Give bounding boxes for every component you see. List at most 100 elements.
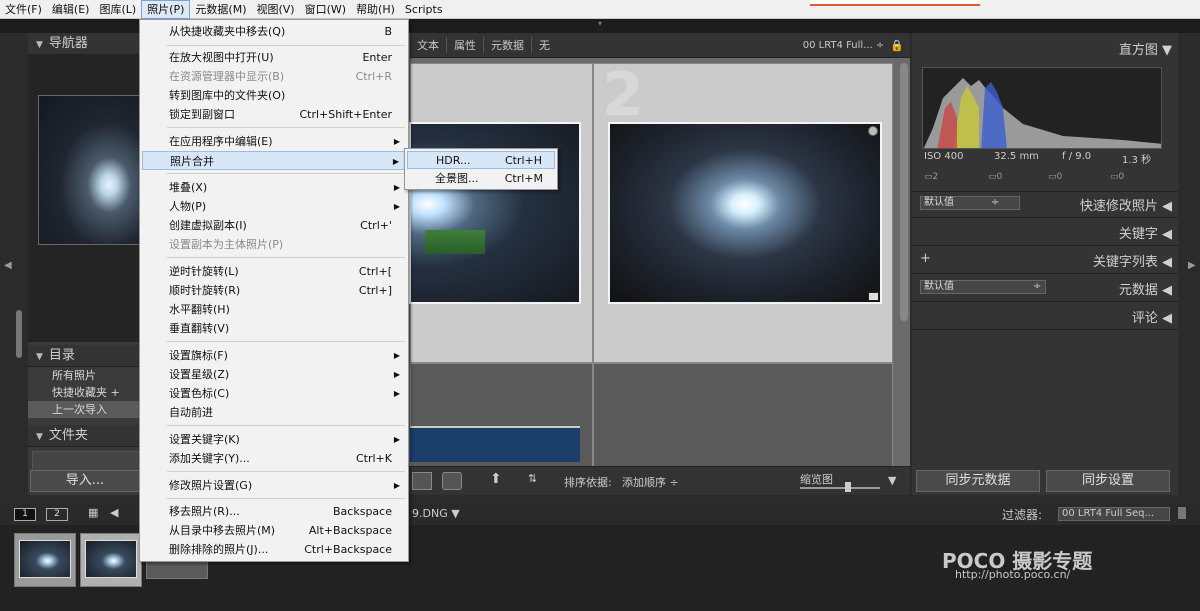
photo-thumbnail-selected[interactable]	[608, 122, 882, 304]
menu-window[interactable]: 窗口(W)	[300, 0, 351, 19]
left-panel-toggle-icon[interactable]: ◀	[4, 260, 12, 271]
navigator-preview[interactable]	[28, 55, 140, 342]
menu-item-show-in-explorer[interactable]: 在资源管理器中显示(B) Ctrl+R	[142, 67, 406, 86]
metadata-header[interactable]: 元数据 ◀	[1119, 279, 1172, 298]
filter-metadata[interactable]: 元数据	[484, 37, 532, 53]
menubar: 文件(F) 编辑(E) 图库(L) 照片(P) 元数据(M) 视图(V) 窗口(…	[0, 0, 1200, 19]
menu-item-set-color-label[interactable]: 设置色标(C) ▶	[142, 384, 406, 403]
menu-item-people[interactable]: 人物(P) ▶	[142, 197, 406, 216]
volume-bar[interactable]	[32, 451, 140, 471]
filter-none[interactable]: 无	[532, 37, 557, 53]
menu-item-edit-in[interactable]: 在应用程序中编辑(E) ▶	[142, 132, 406, 151]
menu-item-remove-photo[interactable]: 移去照片(R)... Backspace	[142, 502, 406, 521]
photo-merge-submenu: HDR... Ctrl+H 全景图... Ctrl+M	[404, 148, 558, 190]
divider	[912, 301, 1178, 302]
add-keyword-icon[interactable]: +	[920, 251, 931, 266]
catalog-item-quick-collection[interactable]: 快捷收藏夹 +	[28, 384, 140, 401]
menu-metadata[interactable]: 元数据(M)	[190, 0, 251, 19]
menu-item-lock-to-second-window[interactable]: 锁定到副窗口 Ctrl+Shift+Enter	[142, 105, 406, 124]
photo-menu: 从快捷收藏夹中移去(Q) B 在放大视图中打开(U) Enter 在资源管理器中显示…	[139, 19, 409, 562]
keywording-header[interactable]: 关键字 ◀	[1119, 223, 1172, 242]
collapse-triangle-icon: ▼	[36, 40, 43, 50]
sort-direction-icon[interactable]: ⇅	[528, 472, 537, 485]
menu-scripts[interactable]: Scripts	[400, 0, 448, 19]
filter-text[interactable]: 文本	[410, 37, 447, 53]
menu-item-stacking[interactable]: 堆叠(X) ▶	[142, 178, 406, 197]
badge-icon[interactable]	[868, 126, 878, 136]
metadata-preset-select[interactable]: 默认值 ÷	[920, 280, 1046, 294]
menu-item-set-flag[interactable]: 设置旗标(F) ▶	[142, 346, 406, 365]
quick-develop-preset-select[interactable]: 默认值 ÷	[920, 196, 1020, 210]
menu-item-rotate-right[interactable]: 顺时针旋转(R) Ctrl+]	[142, 281, 406, 300]
grid-cell[interactable]: 2	[593, 60, 893, 363]
menu-item-delete-rejected[interactable]: 删除排除的照片(J)... Ctrl+Backspace	[142, 540, 406, 559]
menu-item-flip-vertical[interactable]: 垂直翻转(V)	[142, 319, 406, 338]
menu-view[interactable]: 视图(V)	[251, 0, 299, 19]
keyword-list-header[interactable]: 关键字列表 ◀	[1093, 251, 1172, 270]
menu-library[interactable]: 图库(L)	[94, 0, 141, 19]
filmstrip-filename[interactable]: 9.DNG ▼	[412, 507, 460, 520]
menu-help[interactable]: 帮助(H)	[351, 0, 400, 19]
thumbnail-size-slider[interactable]	[800, 487, 880, 489]
left-scrollbar[interactable]	[16, 310, 22, 358]
menu-item-auto-advance[interactable]: 自动前进	[142, 403, 406, 422]
menu-item-create-virtual-copy[interactable]: 创建虚拟副本(I) Ctrl+'	[142, 216, 406, 235]
grid-scrollbar[interactable]	[900, 63, 908, 321]
filmstrip-thumbnail-selected[interactable]	[80, 533, 142, 587]
menu-item-set-keyword[interactable]: 设置关键字(K) ▶	[142, 430, 406, 449]
filmstrip-filter-select[interactable]: 00 LRT4 Full Seq...	[1058, 507, 1170, 521]
menu-file[interactable]: 文件(F)	[0, 0, 47, 19]
original-photo-info: ▭ 2 ▭ 0 ▭ 0 ▭ 0	[922, 172, 1162, 184]
sort-select[interactable]: 添加顺序 ÷	[622, 474, 679, 490]
people-view-icon[interactable]	[442, 472, 462, 490]
slider-handle[interactable]	[845, 482, 851, 492]
menu-item-go-to-folder[interactable]: 转到图库中的文件夹(O)	[142, 86, 406, 105]
catalog-item-previous-import[interactable]: 上一次导入	[28, 401, 140, 418]
back-icon[interactable]: ◀	[110, 506, 118, 519]
catalog-header[interactable]: ▼ 目录	[28, 345, 140, 367]
sync-metadata-button[interactable]: 同步元数据	[916, 470, 1040, 492]
lock-icon[interactable]: 🔒	[890, 39, 910, 52]
quick-develop-header[interactable]: 快速修改照片 ◀	[1080, 195, 1172, 214]
submenu-arrow-icon: ▶	[393, 137, 400, 146]
right-panel-toggle-icon[interactable]: ▶	[1188, 260, 1196, 271]
sync-settings-button[interactable]: 同步设置	[1046, 470, 1170, 492]
filter-lock-icon[interactable]	[1178, 507, 1186, 519]
menu-edit[interactable]: 编辑(E)	[47, 0, 95, 19]
photo-thumbnail-partial[interactable]	[410, 426, 580, 462]
menu-item-develop-settings[interactable]: 修改照片设置(G) ▶	[142, 476, 406, 495]
collapse-triangle-icon: ▼	[36, 352, 43, 362]
shutter-speed: 1.3 秒	[1122, 155, 1152, 166]
menu-item-panorama[interactable]: 全景图... Ctrl+M	[407, 170, 555, 188]
grid-cell[interactable]	[409, 63, 593, 363]
menu-item-rotate-left[interactable]: 逆时针旋转(L) Ctrl+[	[142, 262, 406, 281]
navigator-header[interactable]: ▼ 导航器	[28, 33, 140, 55]
submenu-arrow-icon: ▶	[393, 435, 400, 444]
menu-item-add-keyword[interactable]: 添加关键字(Y)... Ctrl+K	[142, 449, 406, 468]
page-2-button[interactable]: 2	[46, 508, 68, 521]
folders-header[interactable]: ▼ 文件夹	[28, 425, 140, 447]
menu-item-flip-horizontal[interactable]: 水平翻转(H)	[142, 300, 406, 319]
menu-item-set-copy-as-master[interactable]: 设置副本为主体照片(P)	[142, 235, 406, 254]
toolbar-menu-icon[interactable]: ▼	[888, 474, 896, 487]
filter-preset-select[interactable]: 00 LRT4 Full... ÷	[803, 40, 891, 51]
survey-view-icon[interactable]	[412, 472, 432, 490]
submenu-arrow-icon: ▶	[393, 351, 400, 360]
menu-item-remove-from-catalog[interactable]: 从目录中移去照片(M) Alt+Backspace	[142, 521, 406, 540]
filter-attribute[interactable]: 属性	[447, 37, 484, 53]
page-1-button[interactable]: 1	[14, 508, 36, 521]
menu-item-remove-from-quick-collection[interactable]: 从快捷收藏夹中移去(Q) B	[142, 22, 406, 41]
catalog-item-all-photos[interactable]: 所有照片	[28, 367, 140, 384]
menu-item-photo-merge[interactable]: 照片合并 ▶	[142, 151, 406, 170]
histogram-header[interactable]: 直方图 ▼	[1119, 39, 1172, 58]
comments-header[interactable]: 评论 ◀	[1132, 307, 1172, 326]
edit-badge-icon[interactable]	[868, 292, 879, 301]
filmstrip-thumbnail[interactable]	[14, 533, 76, 587]
import-button[interactable]: 导入...	[30, 470, 140, 492]
menu-item-set-rating[interactable]: 设置星级(Z) ▶	[142, 365, 406, 384]
grid-view-icon[interactable]: ▦	[88, 506, 98, 519]
menu-photo[interactable]: 照片(P)	[141, 0, 191, 19]
menu-item-hdr[interactable]: HDR... Ctrl+H	[407, 151, 555, 169]
painter-icon[interactable]: ⬆	[490, 471, 502, 487]
menu-item-open-in-loupe[interactable]: 在放大视图中打开(U) Enter	[142, 48, 406, 67]
